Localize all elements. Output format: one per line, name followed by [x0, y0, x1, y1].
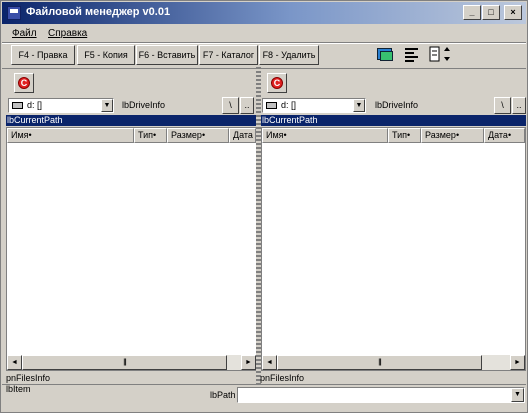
panel-top-divider — [2, 68, 526, 69]
path-label: lbPath — [210, 390, 236, 400]
right-current-path: lbCurrentPath — [261, 115, 526, 126]
maximize-button[interactable]: □ — [482, 5, 500, 20]
minimize-button[interactable]: _ — [463, 5, 481, 20]
left-up-button[interactable]: .. — [240, 97, 254, 114]
f8-delete-button[interactable]: F8 - Удалить — [259, 45, 319, 65]
right-drive-info: lbDriveInfo — [375, 100, 419, 110]
menu-file[interactable]: Файл — [12, 28, 37, 39]
status-divider — [2, 384, 526, 385]
left-hscrollbar[interactable]: ◄ ||| ► — [7, 355, 256, 370]
left-drive-combo[interactable]: d: [] ▼ — [8, 98, 114, 113]
toolbar-divider-highlight — [2, 43, 526, 44]
left-drive-info: lbDriveInfo — [122, 100, 166, 110]
right-root-button[interactable]: \ — [494, 97, 511, 114]
list-view-icon[interactable] — [402, 45, 422, 65]
left-col-size[interactable]: Размер• — [167, 128, 229, 143]
right-col-date[interactable]: Дата• — [484, 128, 525, 143]
refresh-icon: C — [271, 77, 283, 89]
left-scroll-thumb[interactable]: ||| — [22, 355, 227, 370]
left-col-name[interactable]: Имя• — [7, 128, 134, 143]
scroll-right-icon[interactable]: ► — [241, 355, 256, 370]
right-drive-value: d: [] — [281, 100, 297, 110]
main-window: Файловой менеджер v0.01 _ □ × Файл Справ… — [0, 0, 528, 413]
right-file-list[interactable]: Имя• Тип• Размер• Дата• ◄ ||| ► — [261, 127, 526, 371]
app-icon — [7, 6, 21, 20]
close-button[interactable]: × — [504, 5, 522, 20]
scroll-left-icon[interactable]: ◄ — [262, 355, 277, 370]
right-up-button[interactable]: .. — [512, 97, 526, 114]
left-current-path: lbCurrentPath — [6, 115, 256, 126]
left-col-date[interactable]: Дата — [229, 128, 256, 143]
scroll-right-icon[interactable]: ► — [510, 355, 525, 370]
chevron-down-icon[interactable]: ▼ — [353, 99, 365, 112]
menu-help[interactable]: Справка — [48, 28, 87, 39]
refresh-icon: C — [18, 77, 30, 89]
properties-spin-control[interactable] — [429, 45, 453, 65]
left-files-info: pnFilesInfo — [6, 373, 51, 383]
right-col-size[interactable]: Размер• — [421, 128, 484, 143]
scroll-left-icon[interactable]: ◄ — [7, 355, 22, 370]
window-title: Файловой менеджер v0.01 — [26, 6, 171, 18]
item-label: lbItem — [6, 384, 31, 394]
path-combo[interactable]: ▼ — [237, 387, 525, 403]
drive-icon — [12, 102, 23, 109]
right-files-info: pnFilesInfo — [260, 373, 305, 383]
right-scroll-thumb[interactable]: ||| — [277, 355, 482, 370]
left-file-list[interactable]: Имя• Тип• Размер• Дата ◄ ||| ► — [6, 127, 257, 371]
left-refresh-button[interactable]: C — [14, 73, 34, 93]
right-refresh-button[interactable]: C — [267, 73, 287, 93]
menu-bar: Файл Справка — [2, 25, 526, 42]
title-bar[interactable]: Файловой менеджер v0.01 _ □ × — [2, 2, 526, 24]
left-root-button[interactable]: \ — [222, 97, 239, 114]
view-style-icon[interactable] — [375, 45, 395, 65]
right-hscrollbar[interactable]: ◄ ||| ► — [262, 355, 525, 370]
left-col-type[interactable]: Тип• — [134, 128, 167, 143]
drive-icon — [266, 102, 277, 109]
chevron-down-icon[interactable]: ▼ — [101, 99, 113, 112]
f4-edit-button[interactable]: F4 - Правка — [11, 45, 75, 65]
left-drive-value: d: [] — [27, 100, 43, 110]
f7-folder-button[interactable]: F7 - Каталог — [199, 45, 258, 65]
right-col-name[interactable]: Имя• — [262, 128, 388, 143]
right-drive-combo[interactable]: d: [] ▼ — [262, 98, 366, 113]
f5-copy-button[interactable]: F5 - Копия — [77, 45, 135, 65]
f6-paste-button[interactable]: F6 - Вставить — [136, 45, 198, 65]
chevron-down-icon[interactable]: ▼ — [511, 388, 524, 402]
right-col-type[interactable]: Тип• — [388, 128, 421, 143]
